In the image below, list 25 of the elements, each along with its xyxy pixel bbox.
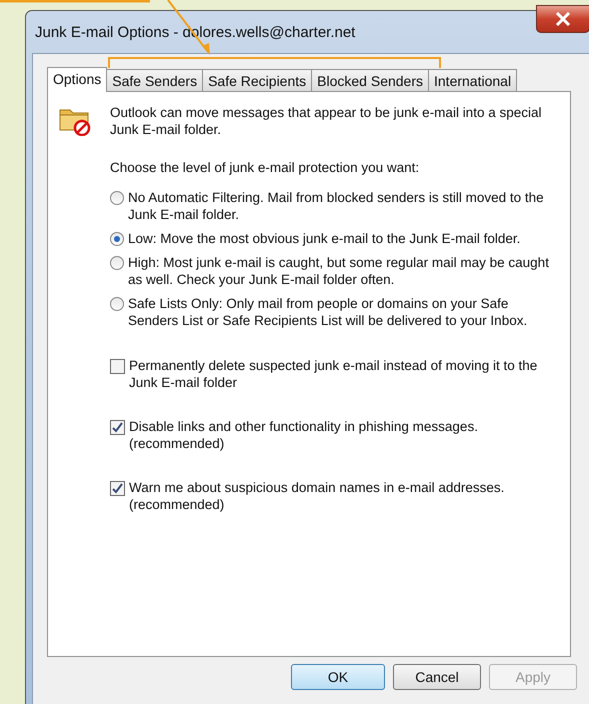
tab[interactable]: Safe Recipients — [202, 69, 312, 91]
prompt-text: Choose the level of junk e-mail protection you want: — [110, 160, 420, 175]
checkbox[interactable] — [110, 359, 125, 374]
tab[interactable]: Safe Senders — [106, 69, 204, 91]
intro-text: Outlook can move messages that appear to be junk e-mail into a special Junk E-mail folder. — [110, 104, 542, 138]
radio-button[interactable] — [110, 232, 124, 246]
checkbox[interactable] — [110, 481, 125, 496]
radio-button[interactable] — [110, 297, 124, 311]
dialog-button[interactable]: OK — [291, 664, 385, 690]
checkbox-label: Warn me about suspicious domain names in e-mail addresses. (recommended) — [129, 479, 506, 513]
close-icon — [555, 12, 571, 26]
tab[interactable]: Options — [47, 67, 108, 92]
checkbox[interactable] — [110, 420, 125, 435]
radio-button[interactable] — [110, 191, 124, 205]
tab[interactable]: International — [428, 69, 518, 91]
tab[interactable]: Blocked Senders — [311, 69, 429, 91]
radio-label: No Automatic Filtering. Mail from blocked senders is still moved to the Junk E-mail folder. — [128, 189, 545, 223]
radio-button[interactable] — [110, 256, 124, 270]
radio-label: Low: Move the most obvious junk e-mail to the Junk E-mail folder. — [128, 230, 522, 247]
close-button[interactable] — [536, 5, 589, 33]
checkbox-label: Disable links and other functionality in phishing messages. (recommended) — [129, 418, 479, 452]
radio-label: High: Most junk e-mail is caught, but some regular mail may be caught as well. Check your Junk E-mail folder often. — [128, 254, 550, 288]
checkbox-label: Permanently delete suspected junk e-mail instead of moving it to the Junk E-mail folder — [129, 357, 538, 391]
radio-label: Safe Lists Only: Only mail from people or domains on your Safe Senders List or Safe Recipients List will be delivered to your Inbox. — [128, 295, 528, 329]
dialog-button[interactable]: Cancel — [393, 664, 481, 690]
